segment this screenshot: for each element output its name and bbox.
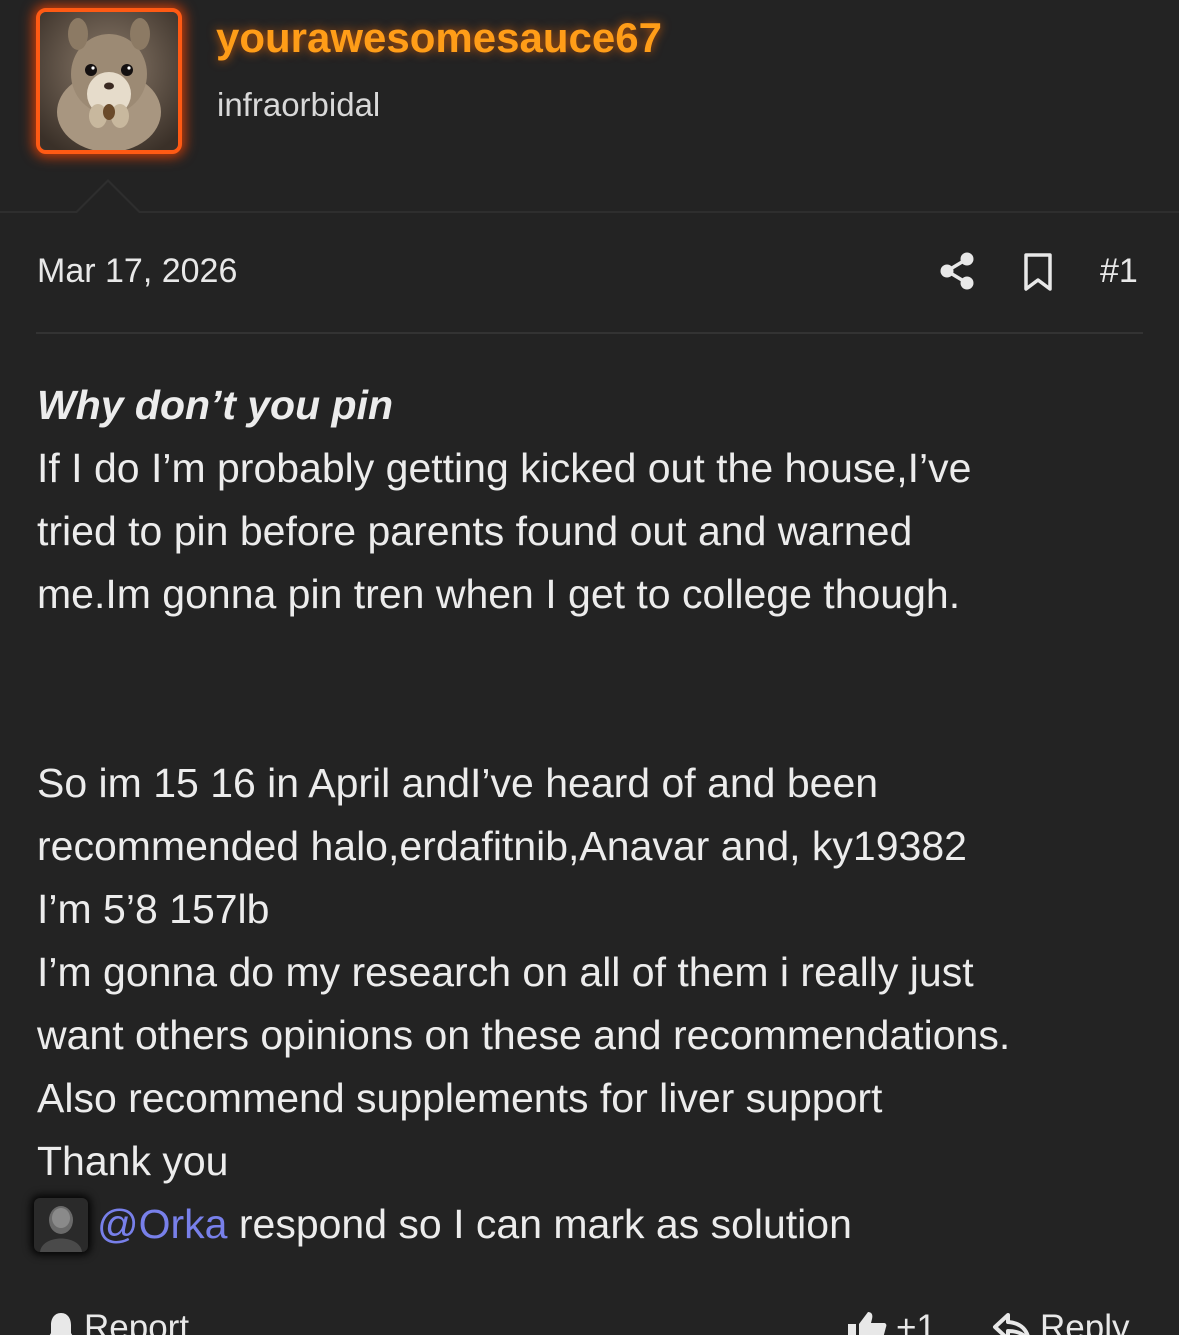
like-count: +1	[896, 1308, 936, 1335]
body-line: So im 15 16 in April andI’ve heard of an…	[37, 760, 879, 806]
report-label: Report	[84, 1308, 190, 1335]
forum-post-page: yourawesomesauce67 infraorbidal Mar 17, …	[0, 0, 1179, 1335]
reply-button[interactable]: Reply	[992, 1308, 1129, 1335]
report-button[interactable]: Report	[46, 1308, 189, 1335]
body-line: I’m gonna do my research on all of them …	[37, 949, 974, 995]
user-title: infraorbidal	[217, 86, 381, 123]
quote-line: tried to pin before parents found out an…	[37, 508, 913, 554]
body-line: I’m 5’8 157lb	[37, 886, 270, 932]
meta-divider	[36, 332, 1143, 334]
quote-line: me.Im gonna pin tren when I get to colle…	[37, 571, 961, 617]
header-divider	[0, 211, 1179, 213]
quote-title: Why don’t you pin	[37, 382, 394, 428]
user-mention-link[interactable]: @Orka	[97, 1193, 227, 1256]
like-button[interactable]: +1	[846, 1308, 936, 1335]
user-avatar[interactable]	[36, 8, 182, 154]
body-line: Also recommend supplements for liver sup…	[37, 1075, 883, 1121]
share-icon[interactable]	[938, 251, 976, 291]
body-line: Thank you	[37, 1138, 229, 1184]
reply-label: Reply	[1040, 1308, 1130, 1335]
author-pointer-arrow-inner	[77, 182, 139, 213]
bell-icon	[49, 1313, 73, 1335]
username-link[interactable]: yourawesomesauce67	[216, 14, 662, 62]
mention-line: @Orka respond so I can mark as solution	[34, 1193, 1147, 1256]
thumbs-up-icon	[848, 1312, 887, 1335]
post-date[interactable]: Mar 17, 2026	[37, 252, 237, 291]
person-avatar-icon	[34, 1197, 88, 1252]
mention-text: respond so I can mark as solution	[227, 1201, 852, 1247]
post-author-header: yourawesomesauce67 infraorbidal	[0, 0, 1179, 212]
bookmark-icon[interactable]	[1021, 252, 1055, 292]
post-content: Why don’t you pin If I do I’m probably g…	[34, 374, 1147, 1256]
post-number-link[interactable]: #1	[1100, 252, 1138, 291]
squirrel-avatar-icon	[40, 12, 178, 150]
reply-arrow-icon	[993, 1313, 1030, 1335]
body-line: recommended halo,erdafitnib,Anavar and, …	[37, 823, 967, 869]
body-line: want others opinions on these and recomm…	[37, 1012, 1011, 1058]
mention-avatar[interactable]	[34, 1197, 88, 1252]
quote-line: If I do I’m probably getting kicked out …	[37, 445, 972, 491]
